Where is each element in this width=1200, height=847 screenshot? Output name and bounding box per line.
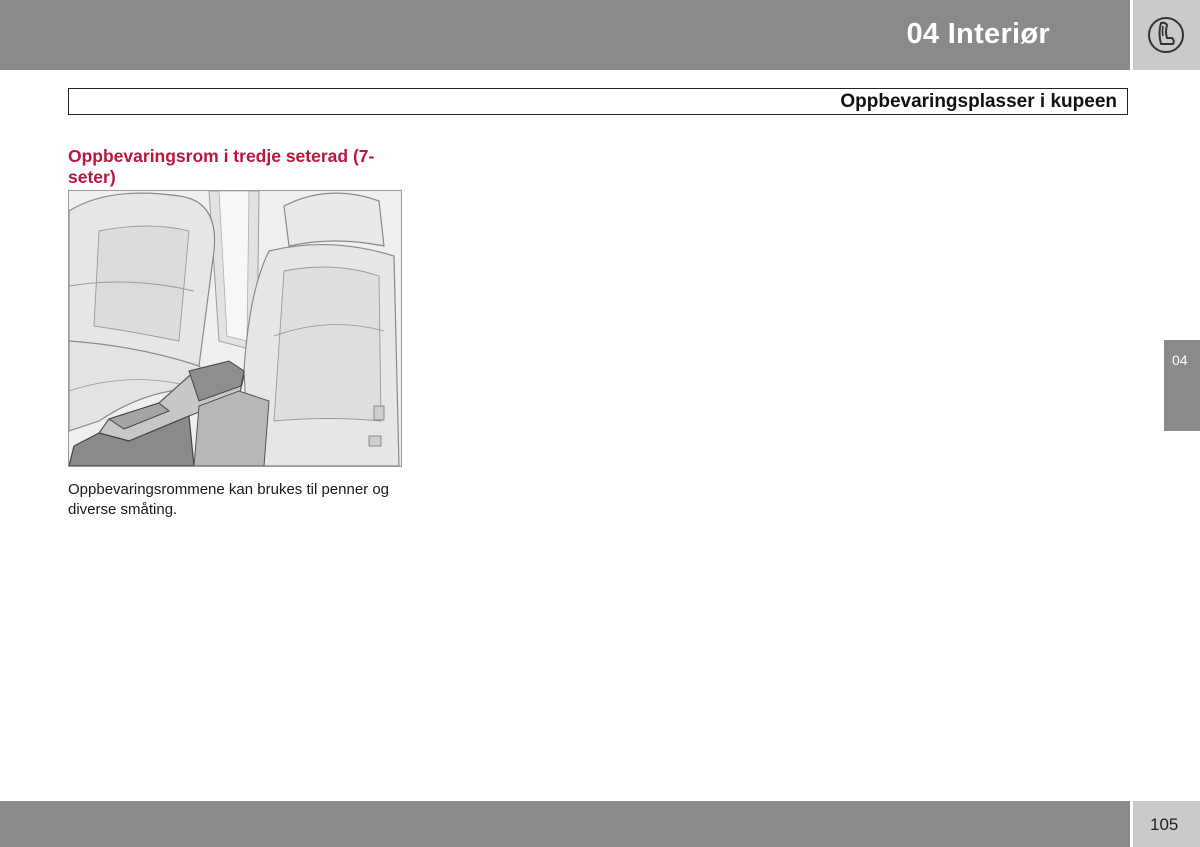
section-title-frame: Oppbevaringsplasser i kupeen bbox=[68, 88, 1128, 115]
chapter-title: 04 Interiør bbox=[906, 18, 1050, 50]
chapter-header-bar: 04 Interiør bbox=[0, 0, 1130, 70]
seat-icon bbox=[1148, 17, 1184, 53]
seat-storage-illustration bbox=[68, 190, 402, 467]
chapter-icon-box bbox=[1133, 0, 1200, 70]
section-title: Oppbevaringsplasser i kupeen bbox=[840, 91, 1117, 112]
chapter-side-tab[interactable]: 04 bbox=[1164, 340, 1200, 431]
body-text: Oppbevaringsrommene kan brukes til penne… bbox=[68, 481, 390, 518]
page-number: 105 bbox=[1150, 815, 1179, 834]
footer-bar bbox=[0, 801, 1130, 847]
subheading: Oppbevaringsrom i tredje seterad (7-sete… bbox=[68, 146, 375, 187]
page-number-box: 105 bbox=[1133, 801, 1200, 847]
side-tab-label: 04 bbox=[1172, 352, 1188, 368]
